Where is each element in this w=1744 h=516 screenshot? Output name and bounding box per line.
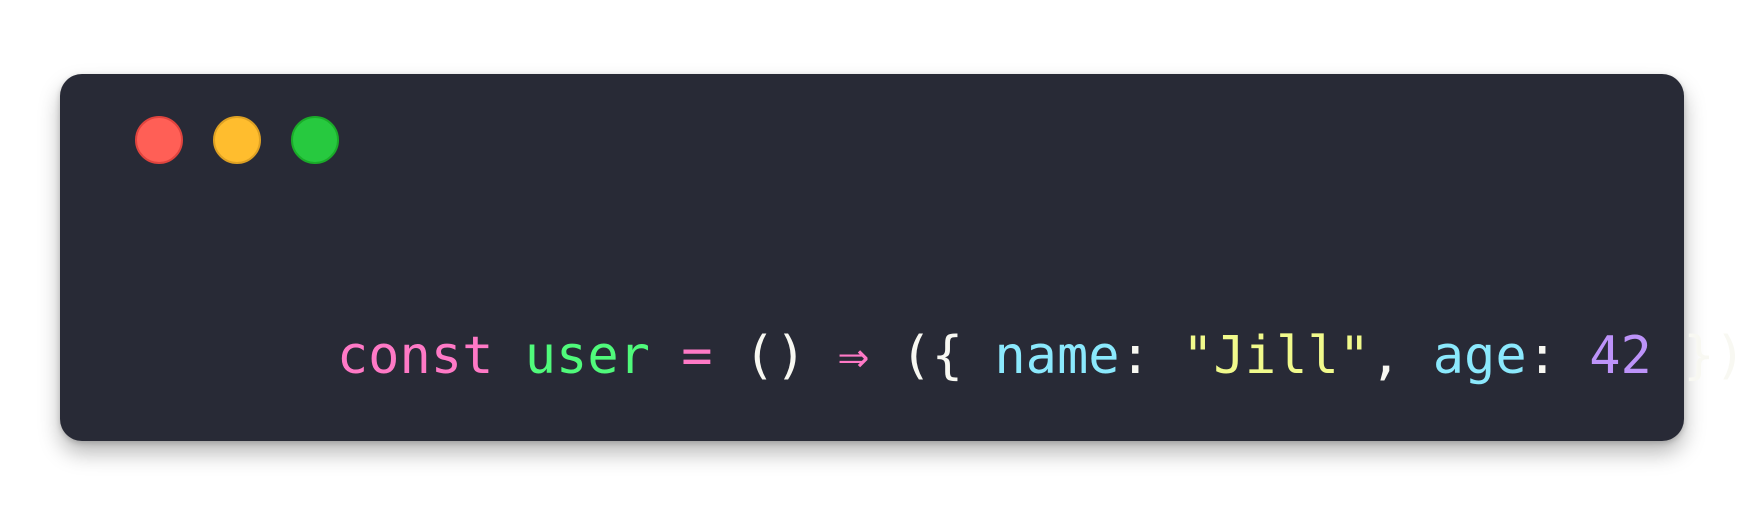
property-name: name bbox=[994, 326, 1120, 386]
code-line: const user = () ⇒ ({ name: "Jill", age: … bbox=[149, 266, 1744, 386]
arrow-operator: ⇒ bbox=[837, 326, 870, 386]
colon: : bbox=[1526, 326, 1590, 386]
object-close: }); bbox=[1683, 326, 1744, 386]
comma: , bbox=[1370, 326, 1433, 386]
screenshot-canvas: const user = () ⇒ ({ name: "Jill", age: … bbox=[0, 0, 1744, 516]
colon: : bbox=[1119, 326, 1183, 386]
assignment-operator: = bbox=[681, 326, 713, 386]
parameter-parens: () bbox=[743, 326, 807, 386]
property-age: age bbox=[1432, 326, 1527, 386]
string-value: "Jill" bbox=[1182, 326, 1371, 386]
window-controls bbox=[135, 116, 339, 166]
object-open: ({ bbox=[900, 326, 964, 386]
minimize-button[interactable] bbox=[213, 116, 261, 164]
code-window: const user = () ⇒ ({ name: "Jill", age: … bbox=[60, 74, 1744, 441]
number-value: 42 bbox=[1589, 326, 1652, 386]
close-button[interactable] bbox=[135, 116, 183, 164]
keyword-const: const bbox=[336, 326, 494, 386]
variable-name: user bbox=[524, 326, 650, 386]
maximize-button[interactable] bbox=[291, 116, 339, 164]
